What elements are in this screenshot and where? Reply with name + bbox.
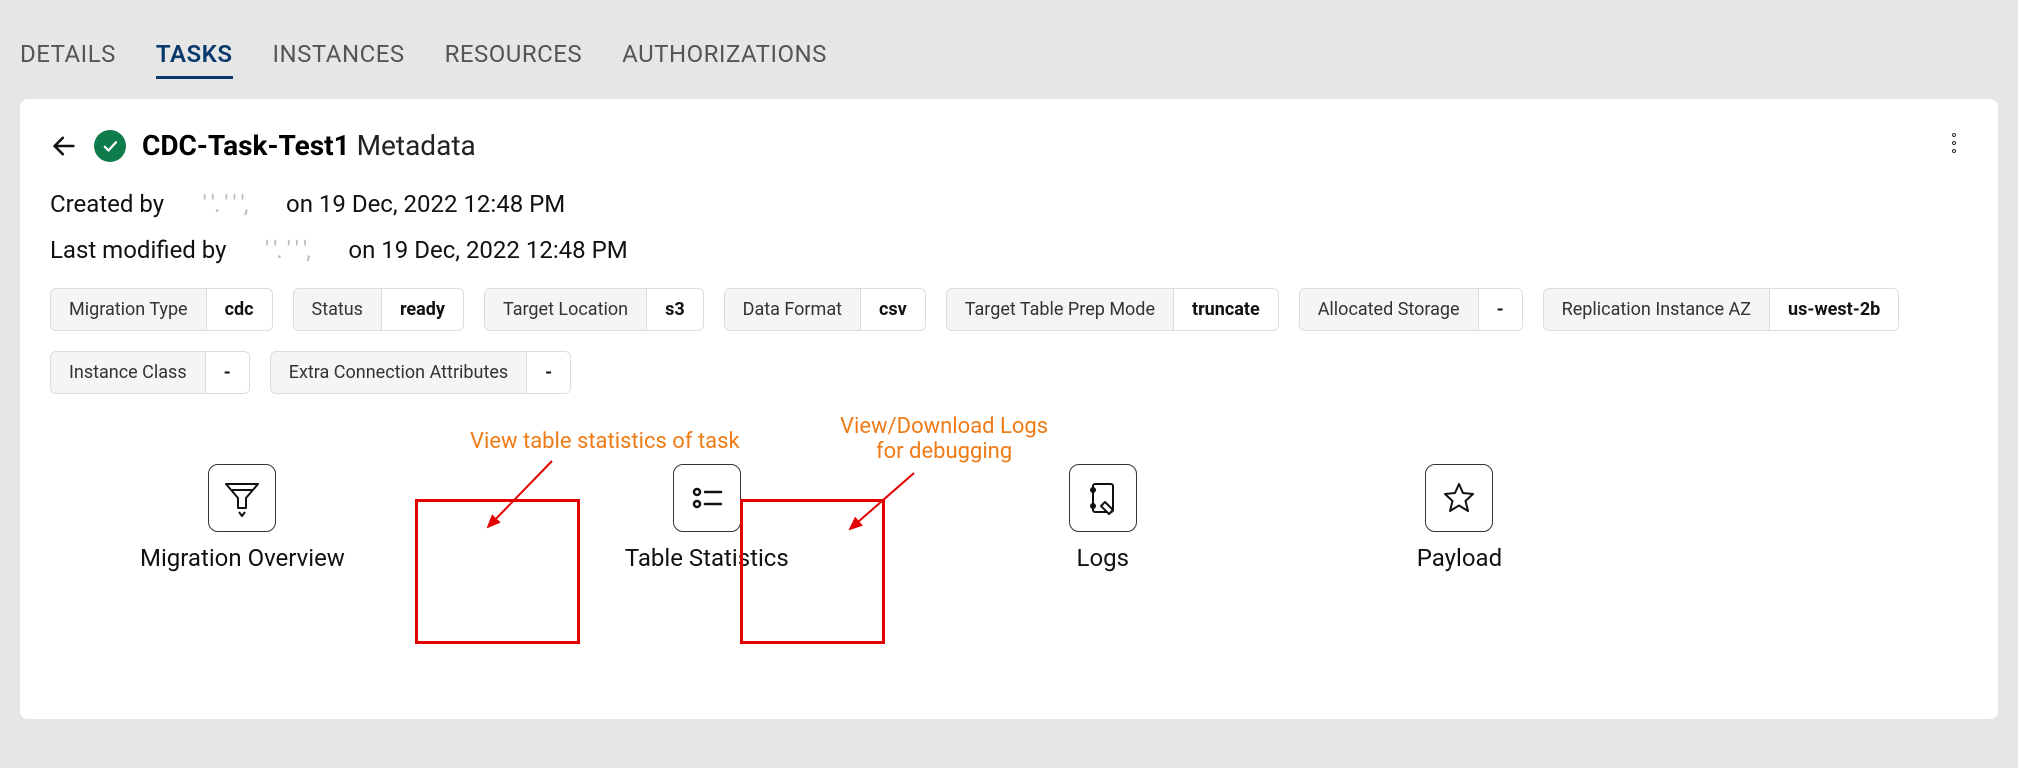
- chip: Instance Class-: [50, 351, 250, 394]
- chip: Statusready: [293, 288, 464, 331]
- modified-prefix: Last modified by: [50, 236, 227, 264]
- chip: Data Formatcsv: [724, 288, 926, 331]
- chip-value: ready: [382, 289, 463, 330]
- created-by-line: Created by ' '. ' ' ', on 19 Dec, 2022 1…: [50, 190, 1968, 218]
- chip: Allocated Storage-: [1299, 288, 1523, 331]
- task-name: CDC-Task-Test1: [142, 129, 350, 162]
- chip-label: Target Table Prep Mode: [947, 289, 1174, 330]
- annotation-logs-line2: for debugging: [876, 439, 1012, 464]
- annotation-logs: View/Download Logs for debugging: [840, 414, 1048, 464]
- back-arrow-icon[interactable]: [50, 132, 78, 160]
- chip-value: -: [1479, 289, 1522, 330]
- task-panel: CDC-Task-Test1 Metadata Created by ' '. …: [20, 99, 1998, 719]
- actions-row: Migration Overview Table Statistics: [50, 464, 1968, 572]
- created-prefix: Created by: [50, 190, 164, 218]
- chip: Target Table Prep Modetruncate: [946, 288, 1279, 331]
- chip: Replication Instance AZus-west-2b: [1543, 288, 1900, 331]
- chip-value: csv: [861, 289, 925, 330]
- logs-icon: [1069, 464, 1137, 532]
- tab-tasks[interactable]: TASKS: [156, 40, 233, 79]
- action-migration-overview[interactable]: Migration Overview: [140, 464, 345, 572]
- action-label: Logs: [1077, 544, 1129, 572]
- tab-authorizations[interactable]: AUTHORIZATIONS: [622, 40, 827, 79]
- action-payload[interactable]: Payload: [1417, 464, 1502, 572]
- tab-details[interactable]: DETAILS: [20, 40, 116, 79]
- modified-user: ' '. ' ' ',: [232, 236, 342, 264]
- list-icon: [673, 464, 741, 532]
- annotation-logs-line1: View/Download Logs: [840, 414, 1048, 439]
- chip-label: Allocated Storage: [1300, 289, 1479, 330]
- action-label: Payload: [1417, 544, 1502, 572]
- chip-label: Instance Class: [51, 352, 206, 393]
- status-check-icon: [94, 130, 126, 162]
- chips-row: Migration Typecdc Statusready Target Locat…: [50, 288, 1968, 394]
- more-menu-icon[interactable]: [1940, 129, 1968, 157]
- tab-resources[interactable]: RESOURCES: [445, 40, 583, 79]
- chip-value: truncate: [1174, 289, 1278, 330]
- chip-label: Status: [294, 289, 382, 330]
- chip-label: Migration Type: [51, 289, 207, 330]
- tab-bar: DETAILS TASKS INSTANCES RESOURCES AUTHOR…: [0, 0, 2018, 99]
- chip-value: s3: [647, 289, 703, 330]
- panel-header: CDC-Task-Test1 Metadata: [50, 129, 1968, 162]
- chip: Target Locations3: [484, 288, 704, 331]
- action-label: Table Statistics: [625, 544, 789, 572]
- chip-label: Replication Instance AZ: [1544, 289, 1770, 330]
- action-logs[interactable]: Logs: [1069, 464, 1137, 572]
- chip-label: Extra Connection Attributes: [271, 352, 527, 393]
- chip-value: us-west-2b: [1770, 289, 1898, 330]
- created-suffix: on 19 Dec, 2022 12:48 PM: [286, 190, 565, 218]
- modified-suffix: on 19 Dec, 2022 12:48 PM: [348, 236, 627, 264]
- chip: Extra Connection Attributes-: [270, 351, 572, 394]
- modified-by-line: Last modified by ' '. ' ' ', on 19 Dec, …: [50, 236, 1968, 264]
- created-user: ' '. ' ' ',: [170, 190, 280, 218]
- chip-value: -: [527, 352, 570, 393]
- chip-label: Data Format: [725, 289, 861, 330]
- chip-label: Target Location: [485, 289, 647, 330]
- chip-value: cdc: [207, 289, 272, 330]
- tab-instances[interactable]: INSTANCES: [273, 40, 405, 79]
- annotation-table-stats: View table statistics of task: [470, 429, 740, 454]
- action-label: Migration Overview: [140, 544, 345, 572]
- chip-value: -: [206, 352, 249, 393]
- star-icon: [1425, 464, 1493, 532]
- funnel-icon: [208, 464, 276, 532]
- chip: Migration Typecdc: [50, 288, 273, 331]
- title-suffix: Metadata: [357, 129, 476, 162]
- page-title: CDC-Task-Test1 Metadata: [142, 129, 476, 162]
- action-table-statistics[interactable]: Table Statistics: [625, 464, 789, 572]
